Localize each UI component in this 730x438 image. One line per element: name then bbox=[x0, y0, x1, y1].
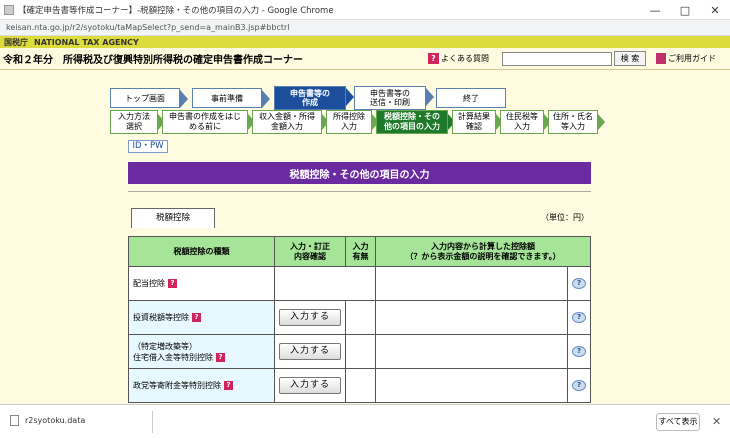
row-amount-cell bbox=[375, 368, 568, 403]
guide-link[interactable]: ご利用ガイド bbox=[656, 53, 716, 64]
faq-link[interactable]: ? よくある質問 bbox=[428, 53, 489, 64]
col-header-type: 税額控除の種類 bbox=[128, 236, 275, 267]
input-button[interactable]: 入力する bbox=[279, 343, 341, 360]
search-input[interactable] bbox=[502, 52, 612, 66]
id-pw-link[interactable]: ID・PW bbox=[128, 140, 168, 153]
col-header-entry: 入力・訂正 内容確認 bbox=[274, 236, 346, 267]
row-help-cell: ? bbox=[567, 300, 591, 335]
download-bar: r2syotoku.data すべて表示 ✕ bbox=[0, 404, 730, 438]
substep-income: 収入金額・所得 金額入力 bbox=[252, 110, 329, 134]
row-status-cell bbox=[345, 368, 376, 403]
col-header-status: 入力 有無 bbox=[345, 236, 376, 267]
input-button[interactable]: 入力する bbox=[279, 309, 341, 326]
substep-method: 入力方法 選択 bbox=[110, 110, 165, 134]
close-icon[interactable]: ✕ bbox=[700, 0, 730, 20]
browser-titlebar: 【確定申告書等作成コーナー】-税額控除・その他の項目の入力 - Google C… bbox=[0, 0, 730, 20]
row-entry-cell: 入力する bbox=[274, 368, 346, 403]
help-question-icon[interactable]: ? bbox=[168, 279, 177, 288]
substep-before: 申告書の作成をはじ める前に bbox=[162, 110, 255, 134]
amount-help-icon[interactable]: ? bbox=[572, 380, 586, 391]
close-download-bar-icon[interactable]: ✕ bbox=[712, 415, 721, 428]
row-entry-cell: 入力する bbox=[274, 300, 346, 335]
step-end: 終了 bbox=[436, 88, 506, 108]
input-button[interactable]: 入力する bbox=[279, 377, 341, 394]
row-status-cell bbox=[345, 300, 376, 335]
substep-resident-tax: 住民税等 入力 bbox=[500, 110, 551, 134]
row-help-cell: ? bbox=[567, 334, 591, 369]
row-status-cell bbox=[345, 334, 376, 369]
agency-logo: 国税庁 NATIONAL TAX AGENCY bbox=[4, 37, 139, 47]
amount-help-icon[interactable]: ? bbox=[572, 278, 586, 289]
download-divider bbox=[152, 411, 153, 433]
step-send: 申告書等の 送信・印刷 bbox=[354, 86, 434, 110]
search-button[interactable]: 検 索 bbox=[614, 51, 646, 66]
question-icon: ? bbox=[428, 53, 439, 64]
table-row: 政党等寄附金等特別控除? 入力する ? bbox=[128, 368, 591, 403]
main-content: トップ画面 事前準備 申告書等の 作成 申告書等の 送信・印刷 終了 入力方法 … bbox=[0, 70, 730, 404]
amount-help-icon[interactable]: ? bbox=[572, 312, 586, 323]
help-question-icon[interactable]: ? bbox=[192, 313, 201, 322]
row-amount-cell bbox=[375, 266, 568, 301]
substep-address: 住所・氏名 等入力 bbox=[548, 110, 605, 134]
agency-band: 国税庁 NATIONAL TAX AGENCY bbox=[0, 36, 730, 48]
show-all-button[interactable]: すべて表示 bbox=[656, 413, 700, 431]
step-prep: 事前準備 bbox=[192, 88, 270, 108]
substep-tax-credit: 税額控除・その 他の項目の入力 bbox=[376, 110, 455, 134]
table-row: 配当控除? ? bbox=[128, 266, 591, 301]
row-entry-cell: 入力する bbox=[274, 334, 346, 369]
help-question-icon[interactable]: ? bbox=[216, 352, 225, 362]
table-row: 投資税額等控除? 入力する ? bbox=[128, 300, 591, 335]
substep-deduction: 所得控除 入力 bbox=[326, 110, 379, 134]
page-title: 令和２年分 所得税及び復興特別所得税の確定申告書作成コーナー bbox=[3, 55, 303, 66]
section-title: 税額控除・その他の項目の入力 bbox=[128, 162, 591, 184]
url-text[interactable]: keisan.nta.go.jp/r2/syotoku/taMapSelect?… bbox=[6, 23, 290, 32]
amount-help-icon[interactable]: ? bbox=[572, 346, 586, 357]
help-question-icon[interactable]: ? bbox=[224, 381, 233, 390]
row-amount-cell bbox=[375, 334, 568, 369]
download-item[interactable]: r2syotoku.data bbox=[10, 415, 85, 426]
section-divider bbox=[128, 191, 591, 192]
step-top: トップ画面 bbox=[110, 88, 188, 108]
minimize-icon[interactable]: — bbox=[640, 0, 670, 20]
favicon-icon bbox=[4, 4, 14, 15]
address-bar[interactable]: keisan.nta.go.jp/r2/syotoku/taMapSelect?… bbox=[0, 20, 730, 36]
row-help-cell: ? bbox=[567, 266, 591, 301]
step-create: 申告書等の 作成 bbox=[274, 86, 354, 110]
file-icon bbox=[10, 415, 19, 426]
substep-result: 計算結果 確認 bbox=[452, 110, 503, 134]
col-header-amount: 入力内容から計算した控除額 （？から表示金額の説明を確認できます。） bbox=[375, 236, 591, 267]
tab-tax-credit[interactable]: 税額控除 bbox=[131, 208, 215, 228]
row-label-cell: （特定増改築等） 住宅借入金等特別控除? bbox=[128, 334, 275, 369]
corner-header: 令和２年分 所得税及び復興特別所得税の確定申告書作成コーナー ? よくある質問 … bbox=[0, 48, 730, 70]
tax-credit-table: 税額控除の種類 入力・訂正 内容確認 入力 有無 入力内容から計算した控除額 （… bbox=[128, 236, 591, 403]
window-controls: — □ ✕ bbox=[640, 0, 730, 20]
row-label-cell: 配当控除? bbox=[128, 266, 275, 301]
unit-label: （単位：円） bbox=[541, 213, 589, 222]
guide-icon bbox=[656, 53, 666, 64]
table-row: （特定増改築等） 住宅借入金等特別控除? 入力する ? bbox=[128, 334, 591, 369]
window-title: 【確定申告書等作成コーナー】-税額控除・その他の項目の入力 - Google C… bbox=[18, 5, 334, 16]
row-label-cell: 投資税額等控除? bbox=[128, 300, 275, 335]
row-help-cell: ? bbox=[567, 368, 591, 403]
row-entry-cell bbox=[274, 266, 376, 301]
row-amount-cell bbox=[375, 300, 568, 335]
row-label-cell: 政党等寄附金等特別控除? bbox=[128, 368, 275, 403]
maximize-icon[interactable]: □ bbox=[670, 0, 700, 20]
